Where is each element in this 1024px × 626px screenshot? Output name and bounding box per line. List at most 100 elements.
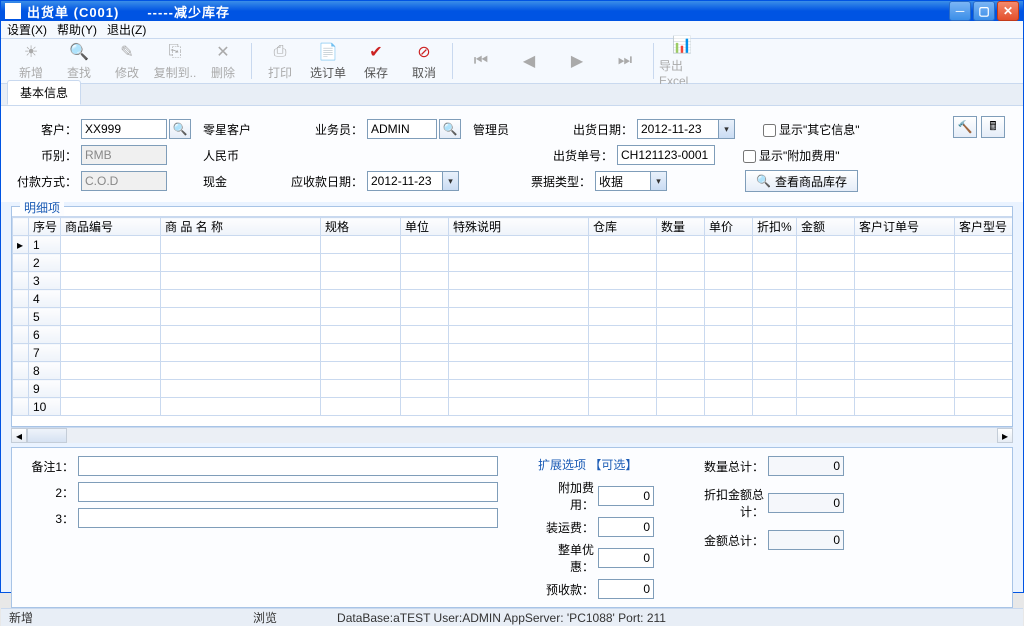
scroll-thumb[interactable] [27,428,67,443]
grid-cell[interactable] [855,254,955,272]
salesman-input[interactable] [367,119,437,139]
col-header[interactable]: 单位 [401,218,449,236]
whole-disc-input[interactable] [598,548,654,568]
row-marker[interactable] [13,272,29,290]
grid-cell[interactable] [589,326,657,344]
grid-cell[interactable] [449,398,589,416]
grid-cell[interactable] [657,290,705,308]
grid-cell[interactable] [449,290,589,308]
grid-cell[interactable] [61,362,161,380]
row-marker[interactable] [13,326,29,344]
grid-cell[interactable] [797,326,855,344]
row-marker[interactable] [13,398,29,416]
grid-cell[interactable] [855,272,955,290]
grid-cell[interactable] [61,236,161,254]
tool-delete[interactable]: ✕删除 [199,39,247,83]
grid-cell[interactable] [449,236,589,254]
grid-cell[interactable] [449,380,589,398]
grid-cell[interactable] [589,344,657,362]
customer-input[interactable] [81,119,167,139]
minimize-button[interactable]: ─ [949,1,971,21]
grid-cell[interactable] [855,380,955,398]
grid-cell[interactable] [797,308,855,326]
grid-cell[interactable] [855,344,955,362]
grid-cell[interactable] [161,362,321,380]
tool-print[interactable]: ⎙打印 [256,39,304,83]
grid-cell[interactable] [657,236,705,254]
scroll-right-button[interactable]: ▸ [997,428,1013,443]
grid-cell[interactable] [657,362,705,380]
grid-cell[interactable] [161,380,321,398]
grid-cell[interactable] [161,326,321,344]
grid-cell[interactable] [589,272,657,290]
row-marker[interactable] [13,380,29,398]
col-header[interactable]: 单价 [705,218,753,236]
remark3-input[interactable] [78,508,498,528]
grid-cell[interactable] [321,398,401,416]
grid-cell[interactable] [449,326,589,344]
grid-cell[interactable] [61,272,161,290]
col-header[interactable]: 规格 [321,218,401,236]
tool-cancel[interactable]: ⊘取消 [400,39,448,83]
grid-cell[interactable] [589,380,657,398]
row-marker[interactable] [13,362,29,380]
grid-cell[interactable] [855,236,955,254]
col-header[interactable]: 商品编号 [61,218,161,236]
grid-cell[interactable] [61,344,161,362]
grid-cell[interactable] [855,326,955,344]
row-marker[interactable]: ▸ [13,236,29,254]
grid-cell[interactable] [753,326,797,344]
tool-last[interactable]: ⏭ [601,39,649,83]
grid-cell[interactable] [855,308,955,326]
tool-find[interactable]: 🔍查找 [55,39,103,83]
grid-cell[interactable] [61,254,161,272]
grid-cell[interactable] [855,290,955,308]
grid-cell[interactable] [797,236,855,254]
grid-cell[interactable] [321,380,401,398]
col-header[interactable]: 仓库 [589,218,657,236]
grid-cell[interactable] [321,272,401,290]
grid-cell[interactable] [955,254,1013,272]
grid-cell[interactable] [321,254,401,272]
grid-cell[interactable] [161,344,321,362]
grid-cell[interactable] [753,398,797,416]
grid-cell[interactable] [589,290,657,308]
col-header[interactable]: 序号 [29,218,61,236]
grid-cell[interactable] [797,272,855,290]
grid-cell[interactable] [705,380,753,398]
remark2-input[interactable] [78,482,498,502]
row-marker[interactable] [13,344,29,362]
grid-cell[interactable] [753,308,797,326]
row-marker[interactable] [13,254,29,272]
grid-cell[interactable] [657,326,705,344]
tool-save[interactable]: ✔保存 [352,39,400,83]
grid-cell[interactable] [321,344,401,362]
tool-order[interactable]: 📄选订单 [304,39,352,83]
grid-cell[interactable] [855,362,955,380]
ship-no-input[interactable] [617,145,715,165]
grid-cell[interactable] [401,254,449,272]
ship-date-input[interactable] [637,119,719,139]
grid-cell[interactable] [449,272,589,290]
grid-cell[interactable] [61,308,161,326]
grid-cell[interactable] [753,380,797,398]
grid-cell[interactable] [753,290,797,308]
grid-cell[interactable] [705,272,753,290]
grid-cell[interactable] [401,272,449,290]
grid-cell[interactable] [321,326,401,344]
grid-cell[interactable] [61,326,161,344]
grid-cell[interactable] [61,380,161,398]
grid-cell[interactable] [955,362,1013,380]
extra-fee-input[interactable] [598,486,654,506]
grid-cell[interactable] [753,272,797,290]
row-marker[interactable] [13,290,29,308]
grid-cell[interactable] [657,398,705,416]
salesman-lookup-button[interactable]: 🔍 [439,119,461,139]
grid-cell[interactable] [589,362,657,380]
col-header[interactable]: 客户型号 [955,218,1013,236]
grid-cell[interactable] [657,308,705,326]
remark1-input[interactable] [78,456,498,476]
grid[interactable]: 序号商品编号商 品 名 称规格单位特殊说明仓库数量单价折扣%金额客户订单号客户型… [12,216,1012,426]
ship-fee-input[interactable] [598,517,654,537]
grid-cell[interactable] [161,236,321,254]
